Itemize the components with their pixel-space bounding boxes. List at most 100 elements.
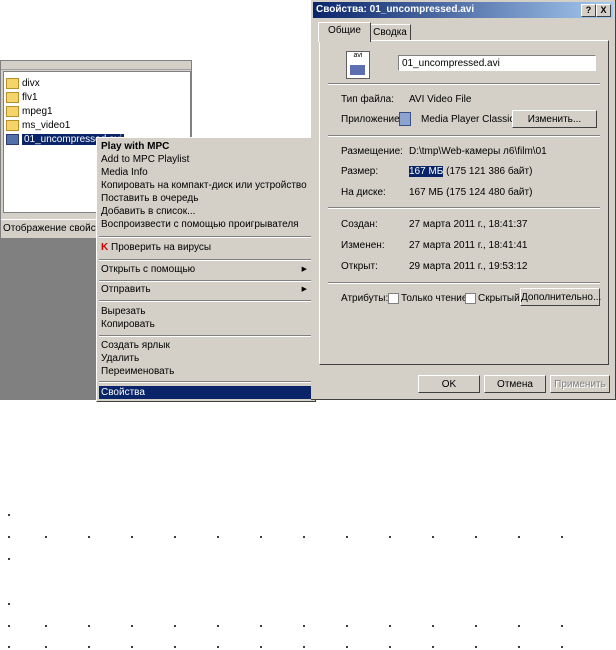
menu-item-media-info[interactable]: Media Info	[99, 166, 313, 179]
menu-separator	[99, 381, 313, 383]
menu-item-label: Открыть с помощью	[101, 264, 196, 275]
menu-item-virus-check[interactable]: K Проверить на вирусы	[99, 241, 313, 254]
help-button[interactable]: ?	[581, 4, 596, 17]
dot-marker	[346, 536, 348, 538]
menu-item-add-to-playlist[interactable]: Add to MPC Playlist	[99, 153, 313, 166]
disk-size-value: 167 МБ (175 124 480 байт)	[409, 187, 533, 198]
tree-item-label: flv1	[22, 92, 38, 103]
file-type-label: Тип файла:	[341, 94, 394, 105]
advanced-button[interactable]: Дополнительно...	[520, 288, 601, 306]
location-value: D:\tmp\Web-камеры л6\film\01	[409, 146, 547, 157]
cancel-button[interactable]: Отмена	[484, 375, 546, 393]
dot-marker	[217, 646, 219, 648]
menu-item-play-with-player[interactable]: Воспроизвести с помощью проигрывателя	[99, 218, 313, 231]
hidden-label: Скрытый	[478, 293, 520, 304]
dot-marker	[45, 536, 47, 538]
dot-marker	[561, 646, 563, 648]
attributes-label: Атрибуты:	[341, 293, 389, 304]
dot-marker	[88, 646, 90, 648]
menu-item-copy[interactable]: Копировать	[99, 318, 313, 331]
video-file-icon	[6, 133, 19, 145]
folder-icon	[6, 77, 19, 89]
tree-item-ms-video1[interactable]: ms_video1	[6, 119, 70, 132]
file-name-input[interactable]: 01_uncompressed.avi	[398, 55, 596, 71]
menu-item-cut[interactable]: Вырезать	[99, 305, 313, 318]
application-label: Приложение:	[341, 114, 403, 125]
menu-item-open-with[interactable]: Открыть с помощью ▶	[99, 263, 313, 276]
dot-marker	[174, 625, 176, 627]
film-strip-icon	[350, 65, 365, 75]
tab-summary[interactable]: Сводка	[369, 24, 411, 41]
opened-value: 29 марта 2011 г., 19:53:12	[409, 261, 528, 272]
dot-marker	[8, 646, 10, 648]
context-menu: Play with MPC Add to MPC Playlist Media …	[96, 137, 316, 402]
created-label: Создан:	[341, 219, 378, 230]
dot-marker	[131, 625, 133, 627]
size-value-selected[interactable]: 167 МБ	[409, 166, 444, 177]
dot-marker	[475, 536, 477, 538]
location-label: Размещение:	[341, 146, 403, 157]
dot-marker	[432, 536, 434, 538]
application-value: Media Player Classic -	[421, 114, 521, 125]
dot-marker	[303, 536, 305, 538]
menu-item-rename[interactable]: Переименовать	[99, 365, 313, 378]
divider	[328, 135, 600, 137]
menu-separator	[99, 236, 313, 238]
dot-marker	[432, 646, 434, 648]
change-button[interactable]: Изменить...	[512, 110, 597, 128]
readonly-checkbox[interactable]	[388, 293, 399, 304]
menu-item-create-shortcut[interactable]: Создать ярлык	[99, 339, 313, 352]
dialog-titlebar[interactable]: Свойства: 01_uncompressed.avi ? X	[313, 2, 613, 18]
file-type-value: AVI Video File	[409, 94, 472, 105]
modified-label: Изменен:	[341, 240, 385, 251]
dot-marker	[561, 536, 563, 538]
menu-separator	[99, 280, 313, 282]
general-tab-panel	[319, 40, 609, 365]
dot-marker	[174, 646, 176, 648]
disk-size-label: На диске:	[341, 187, 386, 198]
dialog-title: Свойства: 01_uncompressed.avi	[316, 4, 475, 15]
hidden-checkbox[interactable]	[465, 293, 476, 304]
dot-marker	[8, 536, 10, 538]
ok-button[interactable]: OK	[418, 375, 480, 393]
size-label: Размер:	[341, 166, 379, 177]
divider	[328, 207, 600, 209]
dot-marker	[174, 536, 176, 538]
menu-item-properties[interactable]: Свойства	[99, 386, 313, 399]
avi-file-icon: avi	[346, 51, 370, 79]
menu-item-enqueue[interactable]: Поставить в очередь	[99, 192, 313, 205]
dot-marker	[260, 536, 262, 538]
created-value: 27 марта 2011 г., 18:41:37	[409, 219, 528, 230]
tree-item-mpeg1[interactable]: mpeg1	[6, 105, 53, 118]
tree-item-divx[interactable]: divx	[6, 77, 40, 90]
dot-marker	[260, 646, 262, 648]
menu-item-add-to-list[interactable]: Добавить в список...	[99, 205, 313, 218]
menu-item-delete[interactable]: Удалить	[99, 352, 313, 365]
opened-label: Открыт:	[341, 261, 378, 272]
menu-item-send-to[interactable]: Отправить ▶	[99, 283, 313, 296]
dot-marker	[303, 625, 305, 627]
dot-marker	[131, 646, 133, 648]
folder-icon	[6, 105, 19, 117]
close-button[interactable]: X	[596, 4, 611, 17]
tree-item-flv1[interactable]: flv1	[6, 91, 38, 104]
apply-button[interactable]: Применить	[550, 375, 610, 393]
divider	[328, 282, 600, 284]
menu-separator	[99, 300, 313, 302]
tab-general[interactable]: Общие	[318, 22, 371, 42]
divider	[328, 83, 600, 85]
empty-gray-area	[0, 238, 96, 400]
dot-marker	[389, 646, 391, 648]
submenu-arrow-icon: ▶	[301, 286, 307, 293]
dot-marker	[303, 646, 305, 648]
dot-marker	[561, 625, 563, 627]
modified-value: 27 марта 2011 г., 18:41:41	[409, 240, 528, 251]
dot-marker	[217, 536, 219, 538]
kaspersky-icon: K	[101, 242, 109, 253]
dot-marker	[88, 625, 90, 627]
dot-marker	[346, 625, 348, 627]
readonly-label: Только чтение	[401, 293, 468, 304]
dot-marker	[131, 536, 133, 538]
menu-item-copy-to-cd[interactable]: Копировать на компакт-диск или устройств…	[99, 179, 313, 192]
menu-item-play-with-mpc[interactable]: Play with MPC	[99, 140, 313, 153]
